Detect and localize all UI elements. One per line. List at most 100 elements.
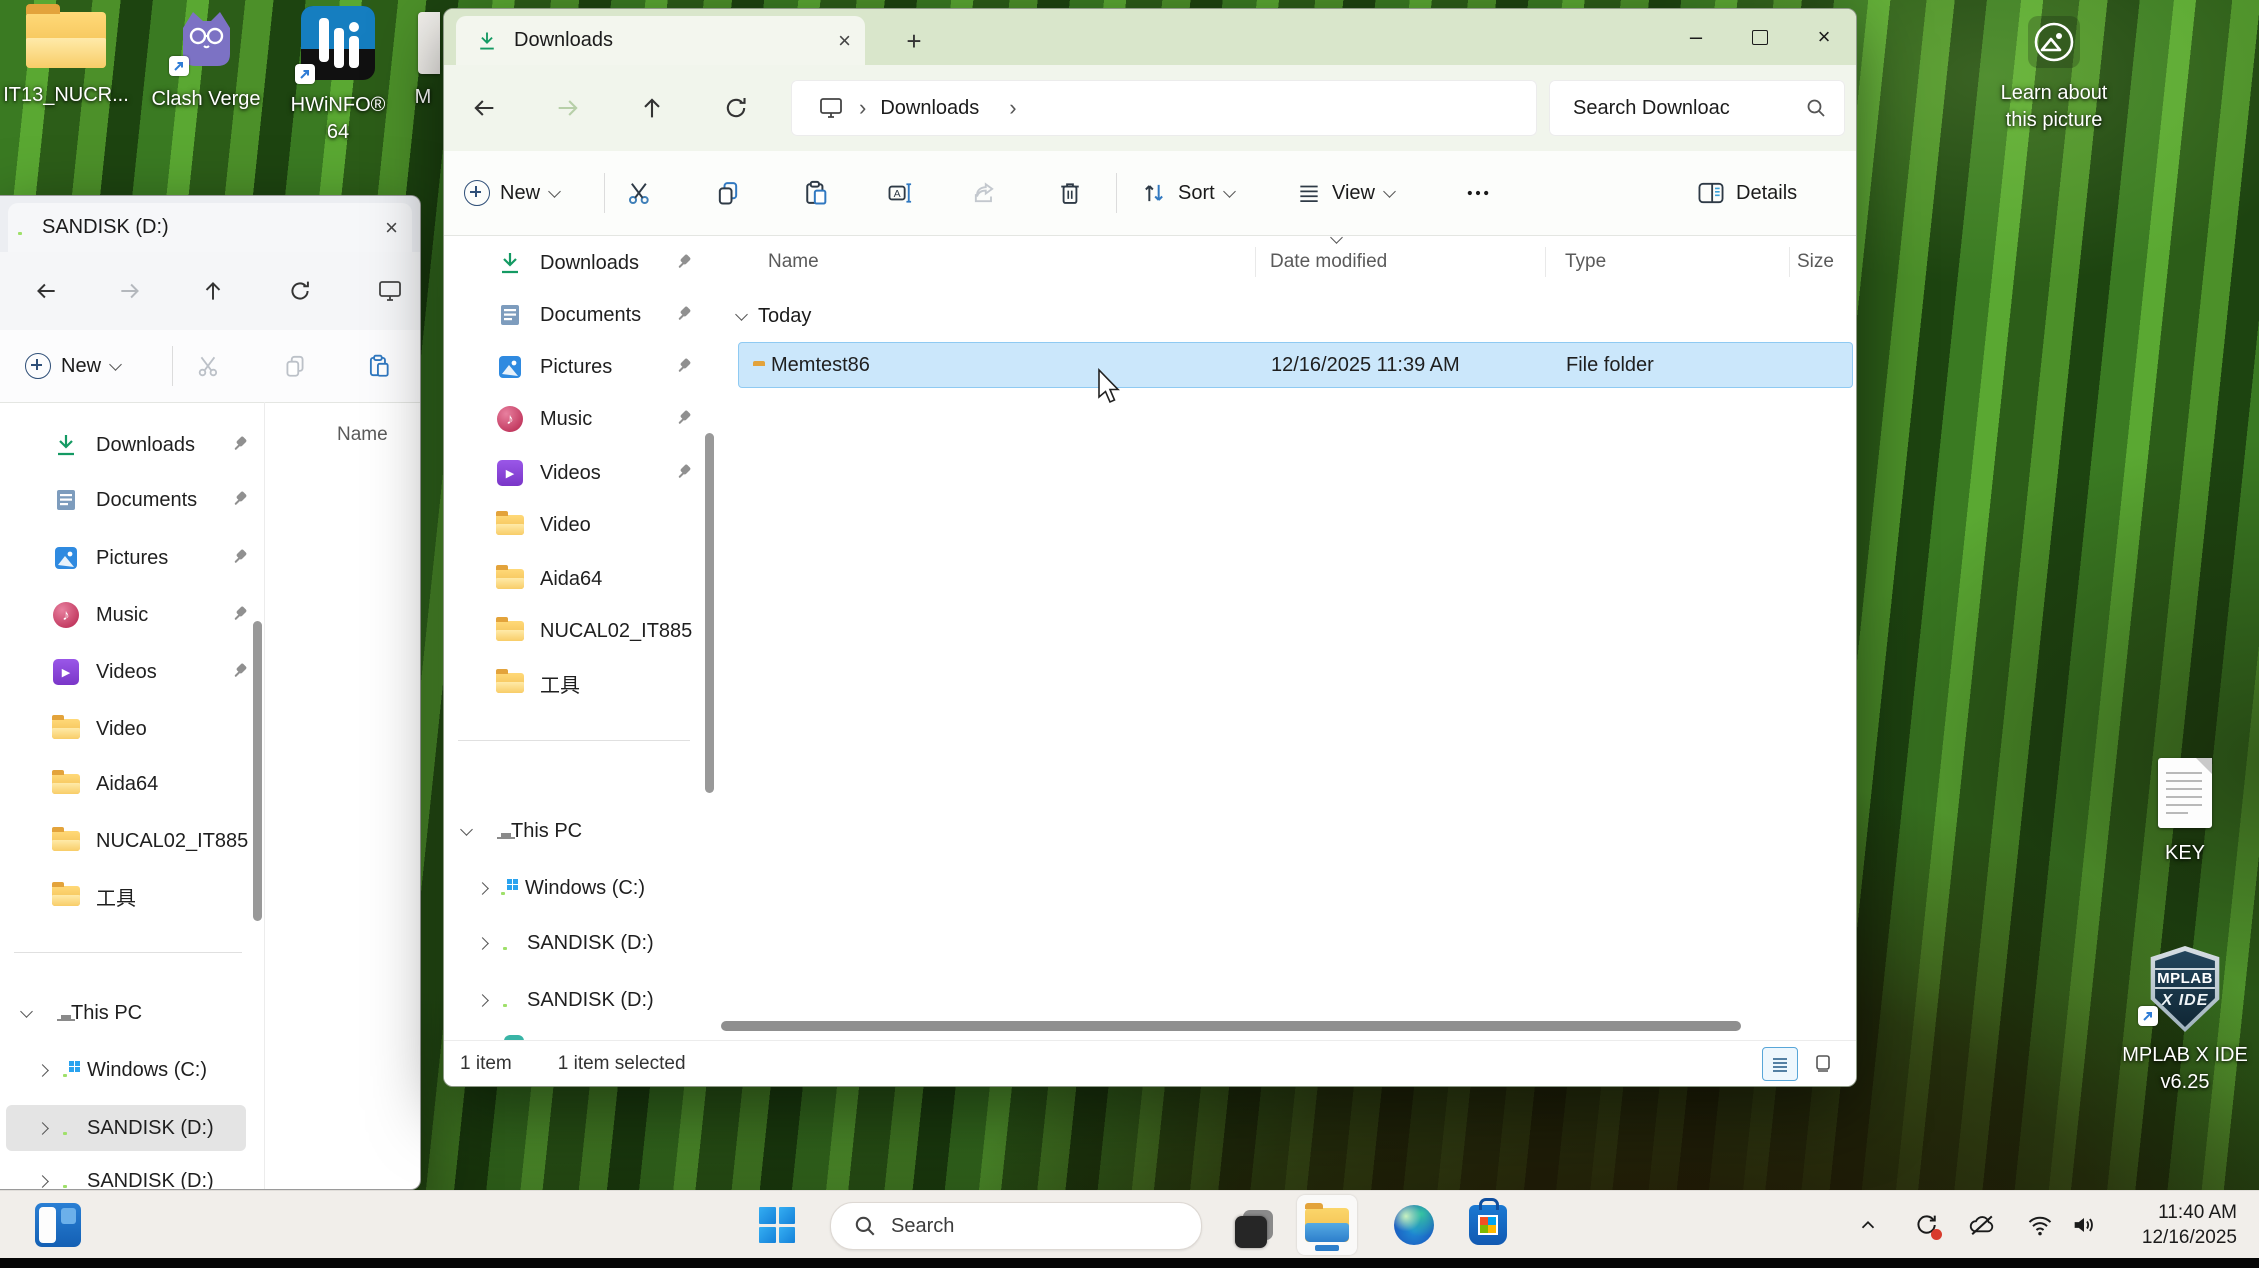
sidebar-item-documents[interactable]: Documents [456, 292, 706, 338]
tray-wifi-icon[interactable] [2022, 1207, 2058, 1243]
tree-item-sandisk-d-2[interactable]: SANDISK (D:) [6, 1158, 246, 1190]
start-button[interactable] [753, 1201, 801, 1249]
details-view-toggle[interactable] [1762, 1047, 1798, 1081]
sidebar-scrollbar[interactable] [253, 621, 262, 921]
copy-button[interactable] [714, 179, 742, 207]
folder-icon [52, 831, 80, 851]
tab-sandisk[interactable]: SANDISK (D:) × [8, 203, 412, 252]
sort-button[interactable]: Sort [1140, 179, 1234, 207]
forward-button[interactable] [546, 86, 590, 130]
tray-sync-icon[interactable] [1908, 1207, 1944, 1243]
desktop-icon-mplab[interactable]: MPLAB X IDE MPLAB X IDE v6.25 [2105, 946, 2259, 1096]
up-button[interactable] [630, 86, 674, 130]
column-header-type[interactable]: Type [1565, 251, 1606, 273]
close-button[interactable]: × [1792, 9, 1856, 65]
paste-button[interactable] [802, 179, 830, 207]
tree-item-sandisk-d[interactable]: SANDISK (D:) [452, 920, 698, 966]
delete-button[interactable] [1056, 179, 1084, 207]
thumbnail-view-toggle[interactable] [1806, 1047, 1840, 1079]
copy-button[interactable] [282, 353, 308, 379]
sidebar-item-pictures[interactable]: Pictures [456, 344, 706, 390]
tree-item-this-pc[interactable]: This PC [10, 990, 250, 1036]
new-tab-button[interactable]: + [896, 23, 932, 59]
sidebar-item-tools[interactable]: 工具 [456, 660, 706, 706]
shortcut-arrow-icon [295, 64, 315, 84]
tray-volume-icon[interactable] [2066, 1207, 2102, 1243]
sidebar-item-videos[interactable]: ▶ Videos [12, 649, 262, 695]
cut-button[interactable] [626, 179, 654, 207]
taskbar-clock[interactable]: 11:40 AM 12/16/2025 [2142, 1201, 2237, 1250]
chevron-down-icon [1383, 185, 1396, 198]
close-tab-icon[interactable]: × [385, 217, 398, 239]
file-type: File folder [1566, 354, 1654, 377]
new-button[interactable]: New [464, 180, 559, 206]
breadcrumb-downloads[interactable]: Downloads [880, 97, 979, 120]
more-options-button[interactable] [1464, 179, 1492, 207]
documents-icon [52, 487, 80, 513]
task-view-button[interactable] [1234, 1201, 1282, 1249]
tree-item-windows-c[interactable]: Windows (C:) [452, 865, 698, 911]
desktop-icon-hwinfo[interactable]: HWiNFO® 64 [272, 6, 404, 146]
tree-item-sandisk-d-2[interactable]: SANDISK (D:) [452, 977, 698, 1023]
refresh-button[interactable] [714, 86, 758, 130]
sidebar-scrollbar[interactable] [705, 433, 714, 793]
sidebar-item-nucal02[interactable]: NUCAL02_IT885 [456, 608, 706, 654]
sidebar-item-aida64[interactable]: Aida64 [456, 556, 706, 602]
sidebar-item-aida64[interactable]: Aida64 [12, 761, 262, 807]
taskbar: Search 11:40 AM 12/16/2025 [0, 1190, 2259, 1259]
this-pc-breadcrumb-icon[interactable] [368, 269, 412, 313]
search-input[interactable]: Search Downloac [1549, 80, 1845, 136]
tray-onedrive-paused-icon[interactable] [1964, 1207, 2000, 1243]
sidebar-item-downloads[interactable]: Downloads [12, 422, 262, 468]
file-explorer-taskbar-button[interactable] [1297, 1195, 1357, 1255]
taskbar-panel-app-icon[interactable] [34, 1201, 82, 1249]
column-header-size[interactable]: Size [1797, 251, 1834, 273]
paste-button[interactable] [366, 353, 392, 379]
sidebar-item-music[interactable]: ♪ Music [12, 592, 262, 638]
close-tab-icon[interactable]: × [838, 30, 851, 52]
sidebar-item-videos[interactable]: ▶ Videos [456, 450, 706, 496]
tree-item-windows-c[interactable]: Windows (C:) [10, 1047, 250, 1093]
sidebar-item-pictures[interactable]: Pictures [12, 535, 262, 581]
sidebar-item-tools[interactable]: 工具 [12, 873, 262, 919]
column-header-name[interactable]: Name [768, 251, 819, 273]
sidebar-item-video[interactable]: Video [456, 502, 706, 548]
address-bar[interactable]: › Downloads › [791, 80, 1537, 136]
group-header-today[interactable]: Today [737, 305, 811, 328]
desktop-icon-clash-verge[interactable]: Clash Verge [140, 8, 272, 113]
tab-downloads[interactable]: Downloads × [456, 16, 865, 65]
sidebar-item-music[interactable]: ♪ Music [456, 396, 706, 442]
desktop-icon-it13-folder[interactable]: IT13_NUCR... [0, 12, 132, 109]
column-header-date-modified[interactable]: Date modified [1270, 251, 1387, 273]
sidebar-item-downloads[interactable]: Downloads [456, 240, 706, 286]
back-button[interactable] [462, 86, 506, 130]
horizontal-scrollbar[interactable] [721, 1021, 1741, 1031]
desktop-icon-partial[interactable]: M [406, 12, 440, 111]
store-taskbar-button[interactable] [1464, 1201, 1512, 1249]
tray-chevron-up[interactable] [1850, 1207, 1886, 1243]
sidebar-item-documents[interactable]: Documents [12, 477, 262, 523]
edge-taskbar-button[interactable] [1390, 1201, 1438, 1249]
share-button[interactable] [970, 179, 998, 207]
tree-item-this-pc[interactable]: This PC [452, 808, 698, 854]
sidebar-item-nucal02[interactable]: NUCAL02_IT885 [12, 818, 262, 864]
rename-button[interactable]: A [886, 179, 914, 207]
sidebar-item-video[interactable]: Video [12, 706, 262, 752]
explorer-window-sandisk: SANDISK (D:) × New [0, 195, 421, 1190]
file-row-memtest86[interactable]: Memtest86 12/16/2025 11:39 AM File folde… [738, 342, 1853, 388]
back-button[interactable] [24, 269, 68, 313]
column-header-name[interactable]: Name [337, 424, 388, 446]
tree-item-sandisk-d-selected[interactable]: SANDISK (D:) [6, 1105, 246, 1151]
minimize-button[interactable]: – [1664, 9, 1728, 65]
maximize-button[interactable] [1728, 9, 1792, 65]
new-button[interactable]: New [25, 353, 120, 379]
details-pane-button[interactable]: Details [1696, 179, 1797, 207]
up-button[interactable] [191, 269, 235, 313]
cut-button[interactable] [196, 353, 222, 379]
desktop-icon-key[interactable]: KEY [2125, 758, 2245, 867]
view-button[interactable]: View [1296, 180, 1394, 206]
taskbar-search[interactable]: Search [830, 1202, 1202, 1250]
refresh-button[interactable] [278, 269, 322, 313]
forward-button[interactable] [108, 269, 152, 313]
desktop-icon-learn-about-picture[interactable]: Learn about this picture [1974, 16, 2134, 134]
